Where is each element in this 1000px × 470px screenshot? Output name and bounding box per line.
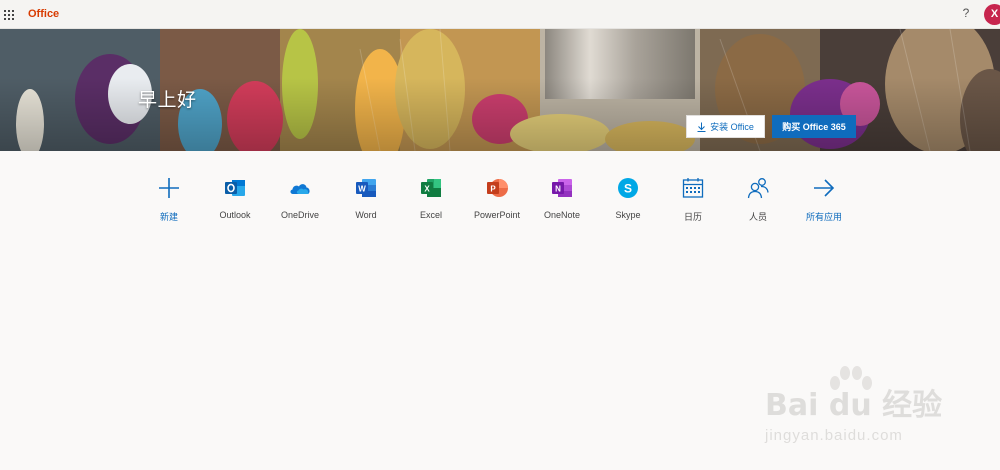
app-label: 新建 [159,212,178,222]
word-icon: W [356,179,376,197]
svg-text:P: P [490,185,496,194]
app-launcher-button[interactable] [0,0,18,29]
app-onenote[interactable]: N OneNote [529,173,595,223]
account-avatar[interactable]: X [984,4,1000,25]
skype-icon: S [618,178,638,198]
buy-office-365-button[interactable]: 购买 Office 365 [772,115,856,138]
svg-text:N: N [555,185,561,194]
app-label: 所有应用 [805,212,842,222]
install-office-button[interactable]: 安装 Office [686,115,765,138]
watermark-url-text: jingyan.baidu.com [765,427,903,444]
office-brand-link[interactable]: Office [28,0,59,29]
download-icon [697,122,706,132]
powerpoint-icon: P [487,179,508,197]
buy-office-365-label: 购买 Office 365 [782,122,846,132]
arrow-right-icon [814,179,835,197]
app-outlook[interactable]: Outlook [202,173,268,223]
app-label: PowerPoint [473,210,521,220]
svg-text:W: W [358,185,366,194]
app-label: Excel [419,210,442,220]
waffle-icon [4,9,14,20]
app-skype[interactable]: S Skype [595,173,661,223]
baidu-jingyan-watermark: Bai du 经验 jingyan.baidu.com [765,365,965,455]
app-people[interactable]: 人员 [725,173,791,223]
app-label: OneDrive [280,210,319,220]
app-label: OneNote [543,210,581,220]
app-all-apps[interactable]: 所有应用 [791,173,857,223]
app-word[interactable]: W Word [333,173,399,223]
onenote-icon: N [552,179,572,197]
app-calendar[interactable]: 日历 [660,173,726,223]
app-label: Outlook [219,210,251,220]
app-onedrive[interactable]: OneDrive [267,173,333,223]
calendar-icon [682,178,704,198]
help-button[interactable]: ? [957,0,975,29]
top-bar: Office ? X [0,0,1000,29]
svg-text:S: S [624,182,632,196]
app-powerpoint[interactable]: P PowerPoint [464,173,530,223]
app-label: Skype [615,210,641,220]
install-office-label: 安装 Office [710,122,754,132]
excel-icon: X [421,179,441,197]
app-label: Word [355,210,377,220]
onedrive-icon [290,184,310,194]
plus-icon [159,178,179,198]
greeting-heading: 早上好 [138,90,197,111]
app-excel[interactable]: X Excel [398,173,464,223]
watermark-main-text: Bai du 经验 [765,388,943,423]
app-new[interactable]: 新建 [136,173,202,223]
outlook-icon [225,180,245,196]
people-icon [747,178,769,199]
app-label: 人员 [748,212,767,222]
svg-text:X: X [424,185,430,194]
app-label: 日历 [683,212,702,222]
